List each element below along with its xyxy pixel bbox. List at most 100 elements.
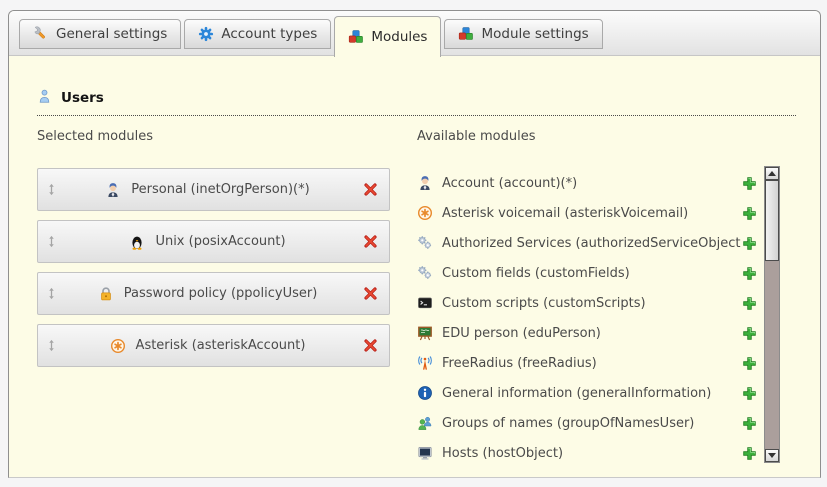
plus-icon bbox=[742, 356, 757, 371]
tab-general-settings[interactable]: General settings bbox=[19, 19, 181, 49]
remove-module-button[interactable] bbox=[351, 286, 389, 301]
available-modules-label: Available modules bbox=[417, 129, 757, 145]
remove-module-button[interactable] bbox=[351, 234, 389, 249]
available-module-row: Asterisk voicemail (asteriskVoicemail) bbox=[417, 198, 757, 228]
updown-icon bbox=[47, 235, 56, 248]
module-label: Unix (posixAccount) bbox=[155, 234, 285, 249]
module-label: Personal (inetOrgPerson)(*) bbox=[131, 182, 309, 197]
triangle-down-icon bbox=[768, 453, 776, 458]
config-panel: General settings Account types Modules M… bbox=[8, 10, 821, 478]
add-module-button[interactable] bbox=[741, 386, 757, 401]
tab-account-types[interactable]: Account types bbox=[184, 19, 331, 49]
cubes-icon bbox=[348, 29, 364, 45]
gears-icon bbox=[417, 235, 433, 251]
tab-label: Account types bbox=[221, 26, 317, 42]
add-module-button[interactable] bbox=[741, 236, 757, 251]
person-icon bbox=[417, 175, 433, 191]
module-label: Custom fields (customFields) bbox=[442, 266, 741, 281]
selected-module-row: Password policy (ppolicyUser) bbox=[37, 272, 390, 315]
add-module-button[interactable] bbox=[741, 446, 757, 461]
module-label-group: Password policy (ppolicyUser) bbox=[64, 286, 351, 302]
available-module-row: Authorized Services (authorizedServiceOb… bbox=[417, 228, 757, 258]
board-icon bbox=[417, 325, 433, 341]
available-module-row: Hosts (hostObject) bbox=[417, 438, 757, 468]
tab-label: Module settings bbox=[481, 26, 588, 42]
host-icon bbox=[417, 445, 433, 461]
plus-icon bbox=[742, 296, 757, 311]
cubes-icon bbox=[458, 26, 474, 42]
delete-icon bbox=[363, 338, 378, 353]
selected-module-row: Asterisk (asteriskAccount) bbox=[37, 324, 390, 367]
add-module-button[interactable] bbox=[741, 176, 757, 191]
module-label-group: Personal (inetOrgPerson)(*) bbox=[64, 182, 351, 198]
plus-icon bbox=[742, 266, 757, 281]
module-label: EDU person (eduPerson) bbox=[442, 326, 741, 341]
module-columns: Selected modules Personal (inetOrgPerson… bbox=[37, 129, 796, 468]
drag-handle[interactable] bbox=[38, 183, 64, 196]
updown-icon bbox=[47, 287, 56, 300]
available-module-row: Groups of names (groupOfNamesUser) bbox=[417, 408, 757, 438]
triangle-up-icon bbox=[768, 171, 776, 176]
module-label: Asterisk voicemail (asteriskVoicemail) bbox=[442, 206, 741, 221]
plus-icon bbox=[742, 416, 757, 431]
add-module-button[interactable] bbox=[741, 296, 757, 311]
scroll-down-button[interactable] bbox=[765, 449, 779, 462]
remove-module-button[interactable] bbox=[351, 338, 389, 353]
tux-icon bbox=[129, 234, 145, 250]
info-icon bbox=[417, 385, 433, 401]
radio-icon bbox=[417, 355, 433, 371]
user-icon bbox=[37, 88, 52, 104]
add-module-button[interactable] bbox=[741, 356, 757, 371]
module-label: Authorized Services (authorizedServiceOb… bbox=[442, 236, 741, 251]
available-module-row: General information (generalInformation) bbox=[417, 378, 757, 408]
add-module-button[interactable] bbox=[741, 206, 757, 221]
drag-handle[interactable] bbox=[38, 339, 64, 352]
drag-handle[interactable] bbox=[38, 235, 64, 248]
module-label: Hosts (hostObject) bbox=[442, 446, 741, 461]
scroll-up-button[interactable] bbox=[765, 167, 779, 180]
asterisk-icon bbox=[417, 205, 433, 221]
available-modules-scrollbar[interactable] bbox=[764, 166, 780, 463]
asterisk-icon bbox=[110, 338, 126, 354]
available-modules-list: Account (account)(*) Asterisk voicemail … bbox=[417, 168, 757, 468]
module-label: General information (generalInformation) bbox=[442, 386, 741, 401]
section-title: Users bbox=[61, 90, 104, 106]
scrollbar-thumb[interactable] bbox=[765, 180, 779, 261]
add-module-button[interactable] bbox=[741, 266, 757, 281]
add-module-button[interactable] bbox=[741, 416, 757, 431]
module-label: Custom scripts (customScripts) bbox=[442, 296, 741, 311]
tab-bar: General settings Account types Modules M… bbox=[9, 11, 820, 56]
drag-handle[interactable] bbox=[38, 287, 64, 300]
plus-icon bbox=[742, 236, 757, 251]
plus-icon bbox=[742, 446, 757, 461]
delete-icon bbox=[363, 182, 378, 197]
selected-module-row: Unix (posixAccount) bbox=[37, 220, 390, 263]
selected-modules-list: Personal (inetOrgPerson)(*) Unix (posixA… bbox=[37, 168, 390, 367]
users-section-header: Users bbox=[37, 88, 796, 116]
module-label: Asterisk (asteriskAccount) bbox=[136, 338, 306, 353]
module-label: Account (account)(*) bbox=[442, 176, 741, 191]
module-label: Groups of names (groupOfNamesUser) bbox=[442, 416, 741, 431]
available-module-row: Custom fields (customFields) bbox=[417, 258, 757, 288]
add-module-button[interactable] bbox=[741, 326, 757, 341]
module-label: FreeRadius (freeRadius) bbox=[442, 356, 741, 371]
tab-content: Users Selected modules Personal (inetOrg… bbox=[9, 88, 820, 468]
plus-icon bbox=[742, 176, 757, 191]
lam-configuration-screen: General settings Account types Modules M… bbox=[0, 0, 827, 487]
available-module-row: Custom scripts (customScripts) bbox=[417, 288, 757, 318]
selected-modules-column: Selected modules Personal (inetOrgPerson… bbox=[37, 129, 390, 468]
available-module-row: FreeRadius (freeRadius) bbox=[417, 348, 757, 378]
available-modules-column: Available modules Account (account)(*) A… bbox=[417, 129, 757, 468]
plus-icon bbox=[742, 206, 757, 221]
tab-label: General settings bbox=[56, 26, 167, 42]
user-icon-slot bbox=[37, 88, 52, 108]
remove-module-button[interactable] bbox=[351, 182, 389, 197]
wrench-icon bbox=[33, 26, 49, 42]
plus-icon bbox=[742, 326, 757, 341]
selected-modules-label: Selected modules bbox=[37, 129, 390, 145]
lock-icon bbox=[98, 286, 114, 302]
module-label: Password policy (ppolicyUser) bbox=[124, 286, 318, 301]
tab-module-settings[interactable]: Module settings bbox=[444, 19, 602, 49]
tab-modules[interactable]: Modules bbox=[334, 16, 441, 57]
gear-icon bbox=[198, 26, 214, 42]
